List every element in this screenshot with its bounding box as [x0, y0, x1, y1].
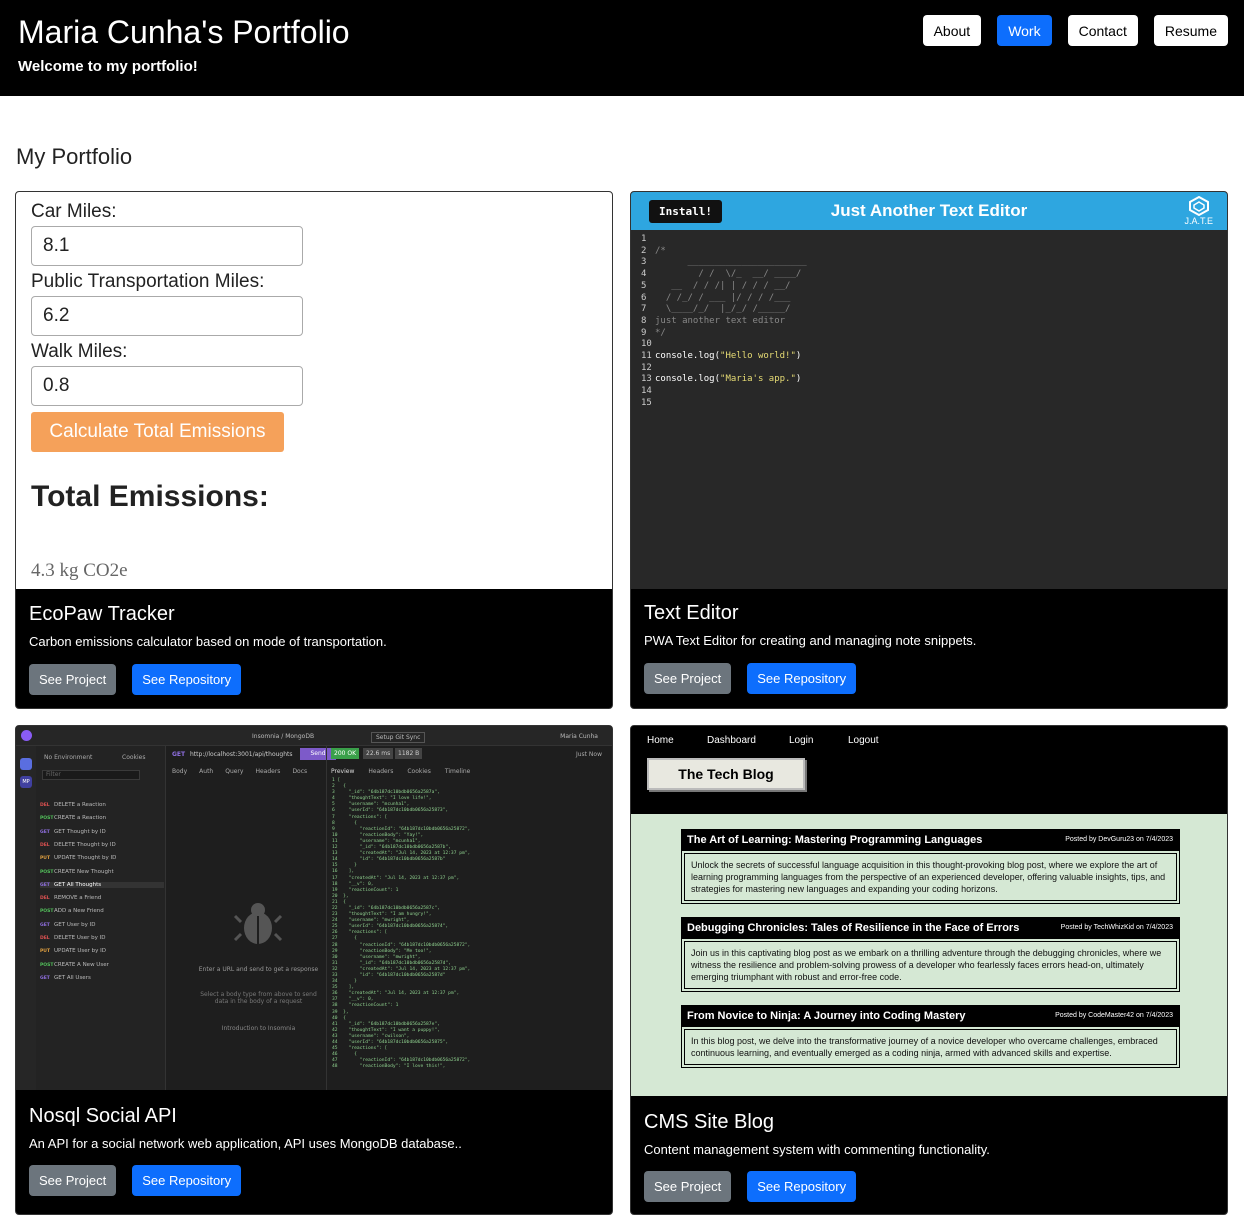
request-list-item: POSTCREATE a Reaction	[40, 815, 107, 822]
project-card-ecopaw: Car Miles: 8.1 Public Transportation Mil…	[15, 191, 613, 709]
mp-icon: MP	[20, 776, 32, 788]
total-emissions-heading: Total Emissions:	[31, 480, 269, 513]
project-screenshot-ecopaw[interactable]: Car Miles: 8.1 Public Transportation Mil…	[16, 192, 612, 589]
portfolio-heading: My Portfolio	[16, 144, 133, 169]
request-list-item: POSTCREATE A New User	[40, 961, 109, 968]
insomnia-rail: MP	[16, 746, 36, 1090]
calculate-button: Calculate Total Emissions	[31, 412, 284, 452]
public-miles-label: Public Transportation Miles:	[31, 271, 265, 292]
blog-post: Debugging Chronicles: Tales of Resilienc…	[681, 917, 1180, 992]
car-miles-label: Car Miles:	[31, 201, 117, 222]
see-project-button[interactable]: See Project	[29, 1165, 117, 1196]
post-byline: Posted by TechWhizKid on 7/4/2023	[1060, 924, 1173, 931]
home-icon	[20, 758, 32, 770]
request-list-item: POSTADD a New Friend	[40, 908, 104, 915]
post-title: Debugging Chronicles: Tales of Resilienc…	[687, 922, 1020, 934]
bug-icon	[233, 898, 283, 950]
project-description: An API for a social network web applicat…	[29, 1136, 462, 1151]
see-repository-button[interactable]: See Repository	[747, 1171, 857, 1202]
request-list-item: GET GET User by ID	[40, 921, 96, 928]
walk-miles-label: Walk Miles:	[31, 341, 128, 362]
insomnia-logo-icon	[21, 730, 32, 741]
project-card-cms: Home Dashboard Login Logout The Tech Blo…	[630, 725, 1228, 1215]
nav-work-button[interactable]: Work	[997, 15, 1052, 46]
request-list-item: GET GET All Users	[40, 974, 91, 981]
project-description: PWA Text Editor for creating and managin…	[644, 633, 977, 648]
request-list-item: PUT UPDATE User by ID	[40, 948, 107, 955]
request-list-item: GET GET Thought by ID	[40, 828, 106, 835]
request-list-item: DEL DELETE Thought by ID	[40, 841, 116, 848]
post-byline: Posted by DevGuru23 on 7/4/2023	[1065, 836, 1173, 843]
see-repository-button[interactable]: See Repository	[132, 664, 242, 695]
editor-header-bar: Install! Just Another Text Editor J.A.T.…	[631, 192, 1227, 230]
cms-nav-dashboard: Dashboard	[707, 735, 756, 746]
project-title: Nosql Social API	[29, 1105, 177, 1127]
nav-resume-button[interactable]: Resume	[1153, 15, 1228, 46]
cms-nav-login: Login	[789, 735, 814, 746]
project-description: Carbon emissions calculator based on mod…	[29, 634, 387, 649]
nav-contact-button[interactable]: Contact	[1067, 15, 1138, 46]
project-card-text-editor: Install! Just Another Text Editor J.A.T.…	[630, 191, 1228, 709]
project-description: Content management system with commentin…	[644, 1142, 990, 1157]
main-nav: About Work Contact Resume	[922, 15, 1228, 46]
post-title: From Novice to Ninja: A Journey into Cod…	[687, 1010, 966, 1022]
post-body: Unlock the secrets of successful languag…	[684, 853, 1177, 901]
project-title: Text Editor	[644, 602, 739, 624]
editor-title: Just Another Text Editor	[830, 201, 1028, 220]
cms-nav-home: Home	[647, 735, 674, 746]
car-miles-input: 8.1	[31, 226, 303, 266]
project-title: EcoPaw Tracker	[29, 603, 175, 625]
see-project-button[interactable]: See Project	[29, 664, 117, 695]
see-repository-button[interactable]: See Repository	[747, 663, 857, 694]
project-screenshot-nosql[interactable]: Insomnia / MongoDB Setup Git Sync Maria …	[16, 726, 612, 1090]
walk-miles-input: 0.8	[31, 366, 303, 406]
request-pane: GET http://localhost:3001/api/thoughts S…	[166, 746, 336, 1090]
request-list-item: DEL REMOVE a Friend	[40, 895, 102, 902]
post-body: Join us in this captivating blog post as…	[684, 941, 1177, 989]
project-title: CMS Site Blog	[644, 1111, 775, 1133]
blog-post: From Novice to Ninja: A Journey into Cod…	[681, 1005, 1180, 1068]
request-sidebar: No Environment Cookies Filter	[36, 746, 166, 1090]
site-title: Maria Cunha's Portfolio	[18, 14, 350, 50]
blog-post: The Art of Learning: Mastering Programmi…	[681, 829, 1180, 904]
public-miles-input: 6.2	[31, 296, 303, 336]
post-body: In this blog post, we delve into the tra…	[684, 1029, 1177, 1065]
project-screenshot-text-editor[interactable]: Install! Just Another Text Editor J.A.T.…	[631, 192, 1227, 589]
see-project-button[interactable]: See Project	[644, 1171, 732, 1202]
request-list-item: POSTCREATE New Thought	[40, 868, 114, 875]
post-title: The Art of Learning: Mastering Programmi…	[687, 834, 983, 846]
jate-logo-icon: J.A.T.E	[1184, 195, 1213, 226]
project-card-nosql: Insomnia / MongoDB Setup Git Sync Maria …	[15, 725, 613, 1215]
see-repository-button[interactable]: See Repository	[132, 1165, 242, 1196]
editor-code-area: 1 2/* 3 ______________________ 4 / / \/_…	[641, 234, 807, 408]
site-subtitle: Welcome to my portfolio!	[18, 58, 198, 75]
project-screenshot-cms[interactable]: Home Dashboard Login Logout The Tech Blo…	[631, 726, 1227, 1096]
nav-about-button[interactable]: About	[922, 15, 982, 46]
request-list-item: GET GET All Thoughts	[40, 881, 164, 888]
cms-nav-logout: Logout	[848, 735, 879, 746]
insomnia-top-bar: Insomnia / MongoDB Setup Git Sync Maria …	[16, 726, 612, 746]
response-json: 1 [ 2 { 3 "_id": "64b187dc10bdb0656a2587…	[332, 778, 471, 1070]
request-list-item: DEL DELETE User by ID	[40, 935, 106, 941]
total-emissions-value: 4.3 kg CO2e	[31, 560, 128, 581]
request-list-item: DEL DELETE a Reaction	[40, 802, 106, 808]
post-byline: Posted by CodeMaster42 on 7/4/2023	[1055, 1012, 1173, 1019]
site-header: Maria Cunha's Portfolio Welcome to my po…	[0, 0, 1244, 96]
request-list-item: PUT UPDATE Thought by ID	[40, 855, 117, 862]
see-project-button[interactable]: See Project	[644, 663, 732, 694]
blog-logo: The Tech Blog	[647, 758, 805, 790]
